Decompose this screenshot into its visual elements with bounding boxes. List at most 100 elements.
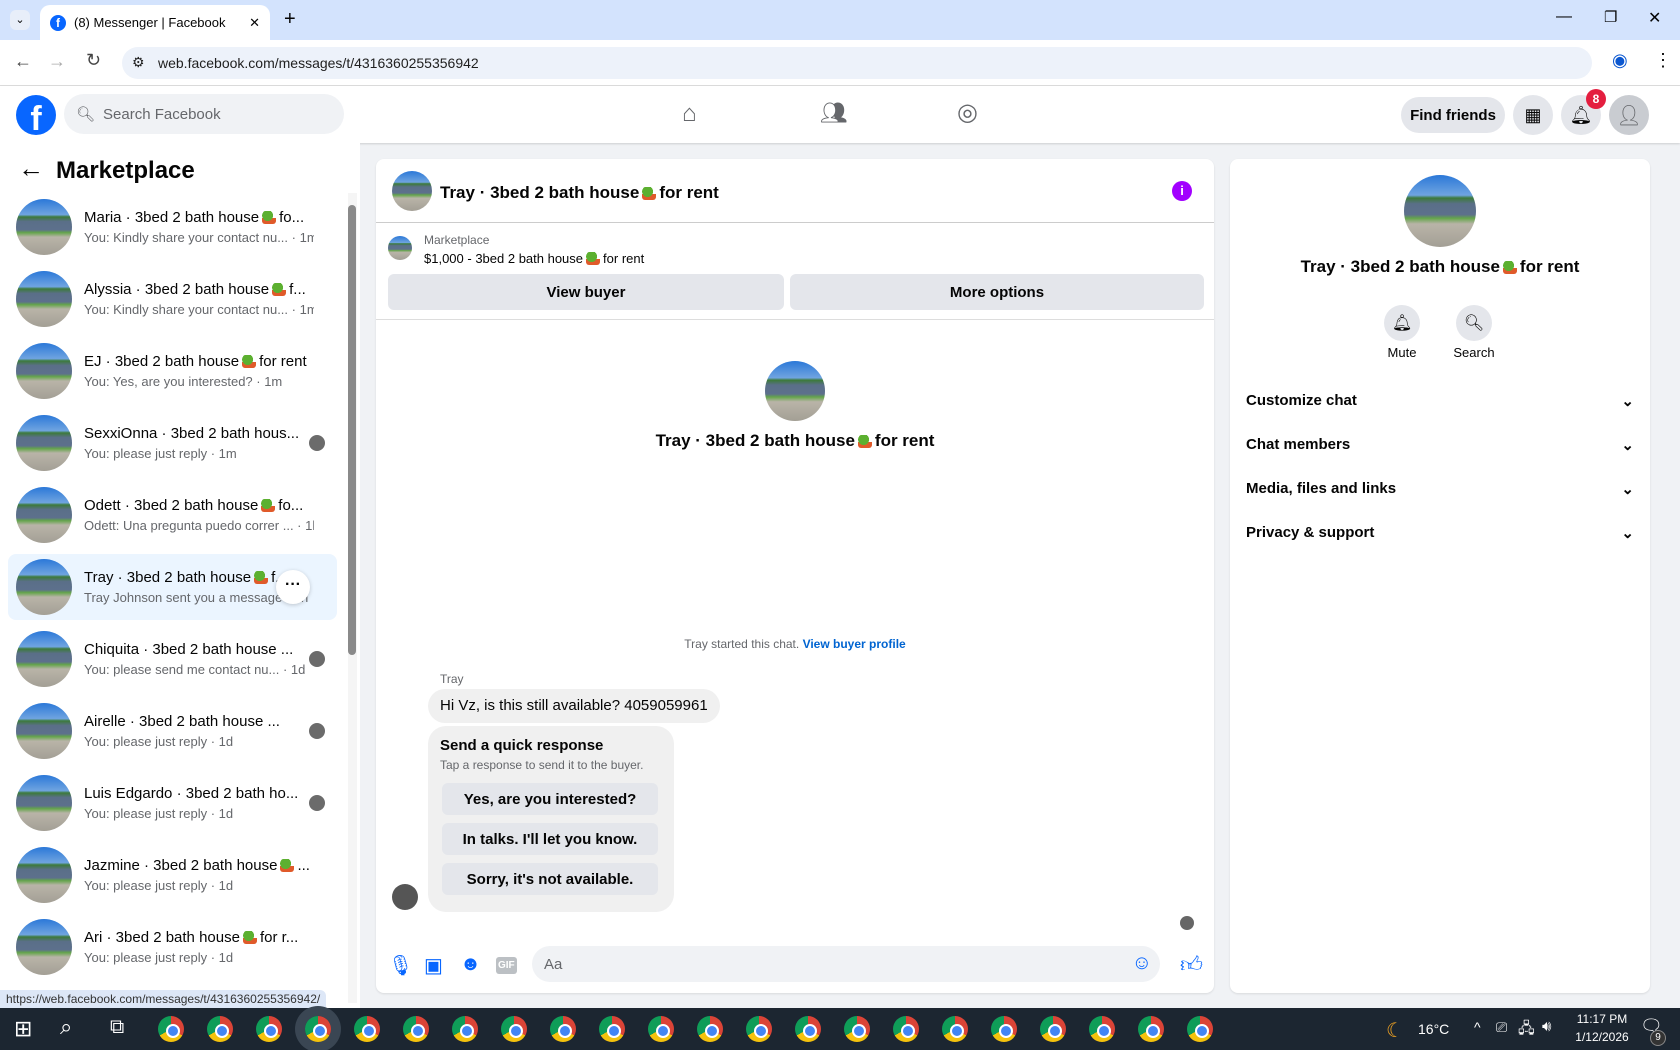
view-buyer-profile-link[interactable]: View buyer profile [803, 637, 906, 651]
house-tree-emoji-icon [242, 931, 257, 944]
sticker-icon[interactable]: ☻ [460, 953, 481, 976]
conversation-item[interactable]: EJ · 3bed 2 bath house for rent You: Yes,… [8, 338, 337, 404]
menu-grid-icon[interactable]: ▦ [1513, 95, 1553, 135]
back-arrow-icon[interactable]: ← [18, 153, 44, 184]
conversation-title: Maria · 3bed 2 bath house fo... [84, 209, 305, 226]
view-buyer-button[interactable]: View buyer [388, 274, 784, 310]
menu-kebab-icon[interactable]: ⋮ [1654, 50, 1672, 71]
chrome-taskbar-icon[interactable] [403, 1016, 429, 1042]
microphone-icon[interactable]: 🎙︎ [388, 953, 413, 978]
emoji-icon[interactable]: ☺ [1132, 952, 1152, 975]
conversation-item[interactable]: SexxiOnna · 3bed 2 bath hous... You: ple… [8, 410, 337, 476]
more-options-button[interactable]: More options [790, 274, 1204, 310]
section-privacy-support[interactable]: Privacy & support ⌄ [1246, 524, 1634, 542]
facebook-logo[interactable]: f [16, 95, 56, 135]
scrollbar-thumb[interactable] [348, 205, 356, 655]
search-taskbar-icon[interactable]: ⌕ [60, 1014, 72, 1040]
conversation-item[interactable]: Maria · 3bed 2 bath house fo... You: Kind… [8, 194, 337, 260]
gif-icon[interactable]: GIF [496, 957, 517, 974]
message-input[interactable]: Aa ☺ [532, 946, 1160, 982]
conversation-item[interactable]: Airelle · 3bed 2 bath house ... You: ple… [8, 698, 337, 764]
search-chat-icon[interactable]: 🔍︎ [1456, 305, 1492, 341]
listing-thumbnail[interactable] [388, 236, 412, 260]
url-field[interactable]: ⚙ web.facebook.com/messages/t/4316360255… [122, 47, 1592, 79]
chrome-taskbar-icon[interactable] [501, 1016, 527, 1042]
sidebar-scrollbar[interactable] [348, 193, 357, 1003]
forward-icon[interactable]: → [48, 51, 66, 72]
chrome-taskbar-icon[interactable] [354, 1016, 380, 1042]
conversation-title: Ari · 3bed 2 bath house for r... [84, 929, 299, 946]
search-input[interactable]: 🔍︎ Search Facebook [64, 94, 344, 134]
photo-icon[interactable]: ▣ [424, 953, 443, 978]
chrome-taskbar-icon[interactable] [795, 1016, 821, 1042]
chrome-taskbar-icon[interactable] [256, 1016, 282, 1042]
close-window-icon[interactable]: ✕ [1648, 8, 1661, 28]
volume-icon[interactable]: 🔊︎ [1542, 1018, 1551, 1035]
facebook-header: f 🔍︎ Search Facebook ⌂ 👥︎ ◎ Find friends … [0, 86, 1680, 143]
new-tab-icon[interactable]: + [284, 8, 296, 31]
chrome-taskbar-icon[interactable] [207, 1016, 233, 1042]
chrome-taskbar-icon[interactable] [697, 1016, 723, 1042]
section-customize-chat[interactable]: Customize chat ⌄ [1246, 392, 1634, 410]
chrome-taskbar-icon[interactable] [1040, 1016, 1066, 1042]
conversation-item[interactable]: Alyssia · 3bed 2 bath house f... You: Kin… [8, 266, 337, 332]
chrome-taskbar-icon[interactable] [1138, 1016, 1164, 1042]
account-avatar[interactable]: 👤︎ [1609, 95, 1649, 135]
chrome-taskbar-icon[interactable] [648, 1016, 674, 1042]
quick-response-in-talks[interactable]: In talks. I'll let you know. [442, 823, 658, 855]
section-media-files-links[interactable]: Media, files and links ⌄ [1246, 480, 1634, 498]
task-view-icon[interactable]: ⧉ [110, 1016, 124, 1039]
reload-icon[interactable]: ↻ [86, 50, 101, 71]
back-icon[interactable]: ← [14, 51, 32, 72]
quick-response-not-available[interactable]: Sorry, it's not available. [442, 863, 658, 895]
friends-icon[interactable]: 👥︎ [820, 100, 848, 126]
chrome-taskbar-icon[interactable] [844, 1016, 870, 1042]
tab-search-icon[interactable]: ⌄ [10, 10, 30, 30]
chrome-taskbar-icon[interactable] [942, 1016, 968, 1042]
info-icon[interactable]: i [1172, 181, 1192, 201]
chat-avatar[interactable] [392, 171, 432, 211]
clock-date[interactable]: 1/12/2026 [1570, 1030, 1634, 1044]
buyer-avatar[interactable] [392, 884, 418, 910]
camera-icon[interactable]: ⎚ [1496, 1019, 1507, 1036]
conversation-item[interactable]: Tray · 3bed 2 bath housef... Tray Johnso… [8, 554, 337, 620]
chrome-taskbar-icon[interactable] [452, 1016, 478, 1042]
chrome-taskbar-icon[interactable] [158, 1016, 184, 1042]
network-icon[interactable]: 🖧︎ [1518, 1018, 1535, 1043]
quick-response-yes[interactable]: Yes, are you interested? [442, 783, 658, 815]
listing-title[interactable]: $1,000 - 3bed 2 bath house for rent [424, 251, 644, 266]
chrome-taskbar-icon[interactable] [599, 1016, 625, 1042]
minimize-icon[interactable]: — [1556, 8, 1572, 26]
chrome-taskbar-icon[interactable] [550, 1016, 576, 1042]
notification-badge: 8 [1586, 89, 1606, 109]
conversation-item[interactable]: Ari · 3bed 2 bath house for r... You: ple… [8, 914, 337, 980]
clock-time[interactable]: 11:17 PM [1570, 1012, 1634, 1026]
chrome-taskbar-icon[interactable] [746, 1016, 772, 1042]
conversation-item[interactable]: Chiquita · 3bed 2 bath house ... You: pl… [8, 626, 337, 692]
conversation-avatar [16, 775, 72, 831]
groups-icon[interactable]: ◎ [957, 98, 978, 127]
chat-title[interactable]: Tray · 3bed 2 bath house for rent [440, 183, 719, 203]
message-bubble[interactable]: Hi Vz, is this still available? 40590599… [428, 689, 720, 723]
chrome-taskbar-icon[interactable] [1089, 1016, 1115, 1042]
find-friends-button[interactable]: Find friends [1401, 97, 1505, 133]
conversation-item[interactable]: Luis Edgardo · 3bed 2 bath ho... You: pl… [8, 770, 337, 836]
tray-chevron-icon[interactable]: ^ [1474, 1019, 1481, 1035]
mute-bell-icon[interactable]: 🔔︎ [1384, 305, 1420, 341]
like-thumb-icon[interactable]: 👍︎ [1180, 951, 1203, 978]
restore-icon[interactable]: ❐ [1604, 8, 1617, 26]
conversation-item[interactable]: Odett · 3bed 2 bath house fo... Odett: Un… [8, 482, 337, 548]
chrome-taskbar-icon[interactable] [1187, 1016, 1213, 1042]
section-chat-members[interactable]: Chat members ⌄ [1246, 436, 1634, 454]
site-info-icon[interactable]: ⚙ [132, 54, 145, 71]
chrome-taskbar-icon[interactable] [991, 1016, 1017, 1042]
more-options-icon[interactable]: ··· [276, 570, 310, 604]
close-tab-icon[interactable]: ✕ [249, 15, 260, 31]
chrome-taskbar-icon[interactable] [305, 1016, 331, 1042]
profile-icon[interactable]: ◉ [1612, 50, 1628, 71]
windows-start-icon[interactable]: ⊞ [14, 1016, 32, 1042]
conversation-item[interactable]: Jazmine · 3bed 2 bath house... You: plea… [8, 842, 337, 908]
tab-messenger[interactable]: f (8) Messenger | Facebook ✕ [40, 5, 270, 40]
chrome-taskbar-icon[interactable] [893, 1016, 919, 1042]
home-icon[interactable]: ⌂ [682, 100, 697, 128]
